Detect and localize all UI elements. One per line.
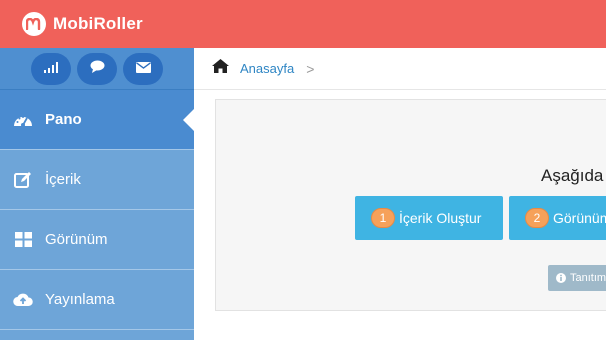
cloud-upload-icon	[13, 290, 33, 310]
sidebar-item-pano[interactable]: Pano	[0, 90, 194, 150]
home-icon[interactable]	[212, 59, 229, 78]
mail-button[interactable]	[123, 52, 163, 85]
signal-icon	[44, 60, 58, 78]
step-number-badge: 1	[371, 208, 395, 228]
sidebar-item-label: Yayınlama	[45, 291, 115, 308]
main-content: Anasayfa > Aşağıda 1 İçerik Oluştur 2 Gö…	[194, 48, 606, 340]
intro-button-label: Tanıtım	[570, 272, 606, 284]
step-number-badge: 2	[525, 208, 549, 228]
mobiroller-logo-icon	[22, 12, 46, 36]
dashboard-icon	[13, 110, 33, 130]
breadcrumb-separator: >	[306, 60, 315, 77]
welcome-panel: Aşağıda 1 İçerik Oluştur 2 Görünüm Tanıt…	[215, 99, 606, 311]
sidebar-toolbar	[0, 48, 194, 90]
chat-bubble-icon	[90, 60, 105, 78]
sidebar-item-label: Görünüm	[45, 231, 108, 248]
edit-icon	[13, 170, 33, 190]
envelope-icon	[135, 60, 151, 78]
brand-logo[interactable]: MobiRoller	[22, 12, 143, 36]
sidebar-item-gorunum[interactable]: Görünüm	[0, 210, 194, 270]
sidebar-item-label: İçerik	[45, 171, 81, 188]
sidebar-item-yayinlama[interactable]: Yayınlama	[0, 270, 194, 330]
step-label: İçerik Oluştur	[399, 210, 482, 226]
breadcrumb-home-link[interactable]: Anasayfa	[240, 61, 294, 76]
sidebar-item-icerik[interactable]: İçerik	[0, 150, 194, 210]
grid-icon	[13, 230, 33, 250]
sidebar: Pano İçerik Görünüm Yayınlama	[0, 48, 194, 340]
top-header: MobiRoller	[0, 0, 606, 48]
intro-button[interactable]: Tanıtım	[548, 265, 606, 291]
step-label: Görünüm	[553, 210, 606, 226]
sidebar-item-label: Pano	[45, 111, 82, 128]
info-icon	[556, 273, 566, 283]
stats-button[interactable]	[31, 52, 71, 85]
appearance-step-button[interactable]: 2 Görünüm	[509, 196, 606, 240]
breadcrumb: Anasayfa >	[194, 48, 606, 90]
create-content-button[interactable]: 1 İçerik Oluştur	[355, 196, 503, 240]
messages-button[interactable]	[77, 52, 117, 85]
brand-name: MobiRoller	[53, 14, 143, 33]
panel-title: Aşağıda	[541, 166, 604, 185]
